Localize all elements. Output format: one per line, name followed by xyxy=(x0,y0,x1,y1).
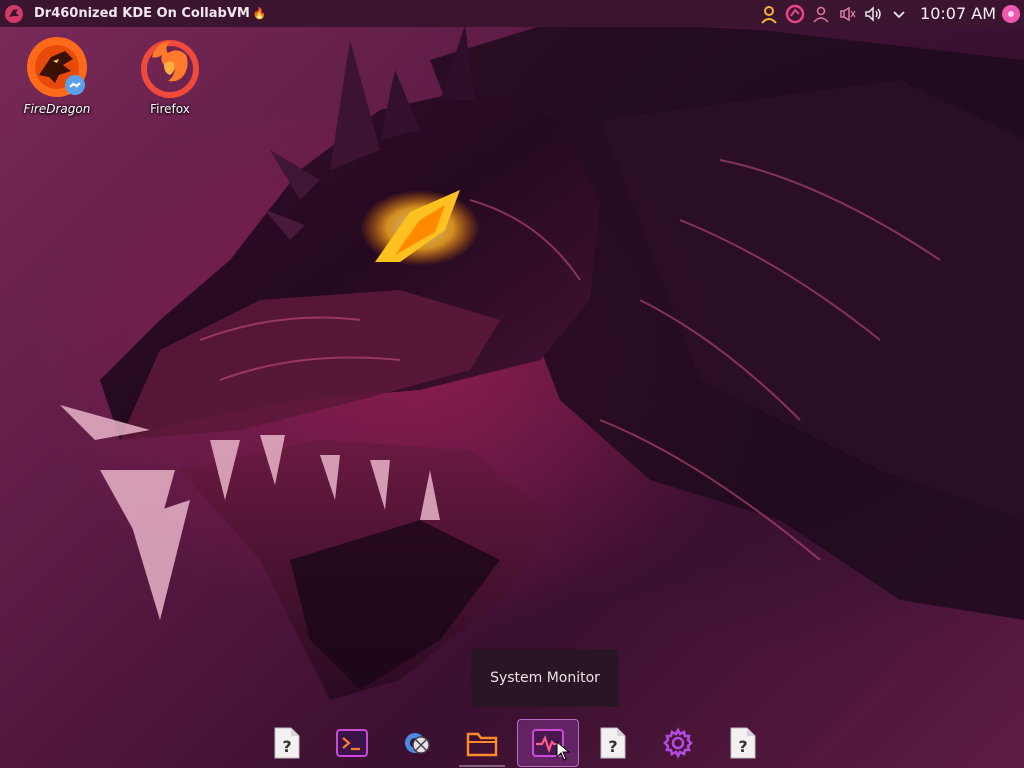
clock[interactable]: 10:07 AM xyxy=(920,4,996,23)
desktop[interactable]: Dr460nized KDE On CollabVM 🔥 10:07 AM Fi… xyxy=(0,0,1024,768)
desktop-icon-firedragon[interactable]: FireDragon xyxy=(12,34,102,116)
svg-text:?: ? xyxy=(738,737,747,756)
chevron-down-icon[interactable] xyxy=(888,3,910,25)
dock-item-file-manager[interactable] xyxy=(451,719,513,767)
unknown-app-icon: ? xyxy=(274,727,300,759)
mouse-cursor-icon xyxy=(556,741,570,761)
terminal-icon xyxy=(336,729,369,757)
microphone-muted-icon[interactable] xyxy=(836,3,858,25)
tooltip-text: System Monitor xyxy=(490,670,600,686)
unknown-app-icon: ? xyxy=(730,727,756,759)
desktop-icon-label: FireDragon xyxy=(23,102,91,116)
dock-item-system-settings-tool[interactable] xyxy=(386,719,448,767)
window-title: Dr460nized KDE On CollabVM 🔥 xyxy=(34,6,267,21)
svg-text:?: ? xyxy=(282,737,291,756)
dock-item-unknown-app[interactable]: ? xyxy=(582,719,644,767)
window-title-text: Dr460nized KDE On CollabVM xyxy=(34,6,250,21)
flame-icon: 🔥 xyxy=(252,7,267,20)
dock-item-unknown-app[interactable]: ? xyxy=(256,719,318,767)
dock-item-unknown-app[interactable]: ? xyxy=(712,719,774,767)
desktop-icon-label: Firefox xyxy=(150,102,190,116)
svg-text:?: ? xyxy=(608,737,617,756)
firedragon-icon xyxy=(24,34,90,100)
top-panel: Dr460nized KDE On CollabVM 🔥 10:07 AM xyxy=(0,0,1024,27)
dock: ? ? ? xyxy=(256,718,774,768)
user-icon[interactable] xyxy=(758,3,780,25)
dock-item-settings[interactable] xyxy=(647,719,709,767)
app-launcher-dragon-icon[interactable] xyxy=(4,4,24,24)
system-tray: 10:07 AM xyxy=(754,0,1024,27)
garuda-icon[interactable] xyxy=(784,3,806,25)
desktop-icon-firefox[interactable]: Firefox xyxy=(125,34,215,116)
people-icon[interactable] xyxy=(810,3,832,25)
system-settings-tool-icon xyxy=(405,733,431,754)
volume-icon[interactable] xyxy=(862,3,884,25)
firefox-icon xyxy=(137,34,203,100)
settings-gear-icon xyxy=(663,727,693,759)
unknown-app-icon: ? xyxy=(600,727,626,759)
user-avatar[interactable] xyxy=(1002,4,1020,23)
file-manager-icon xyxy=(467,732,498,757)
dock-item-terminal[interactable] xyxy=(321,719,383,767)
tooltip: System Monitor xyxy=(471,649,619,707)
